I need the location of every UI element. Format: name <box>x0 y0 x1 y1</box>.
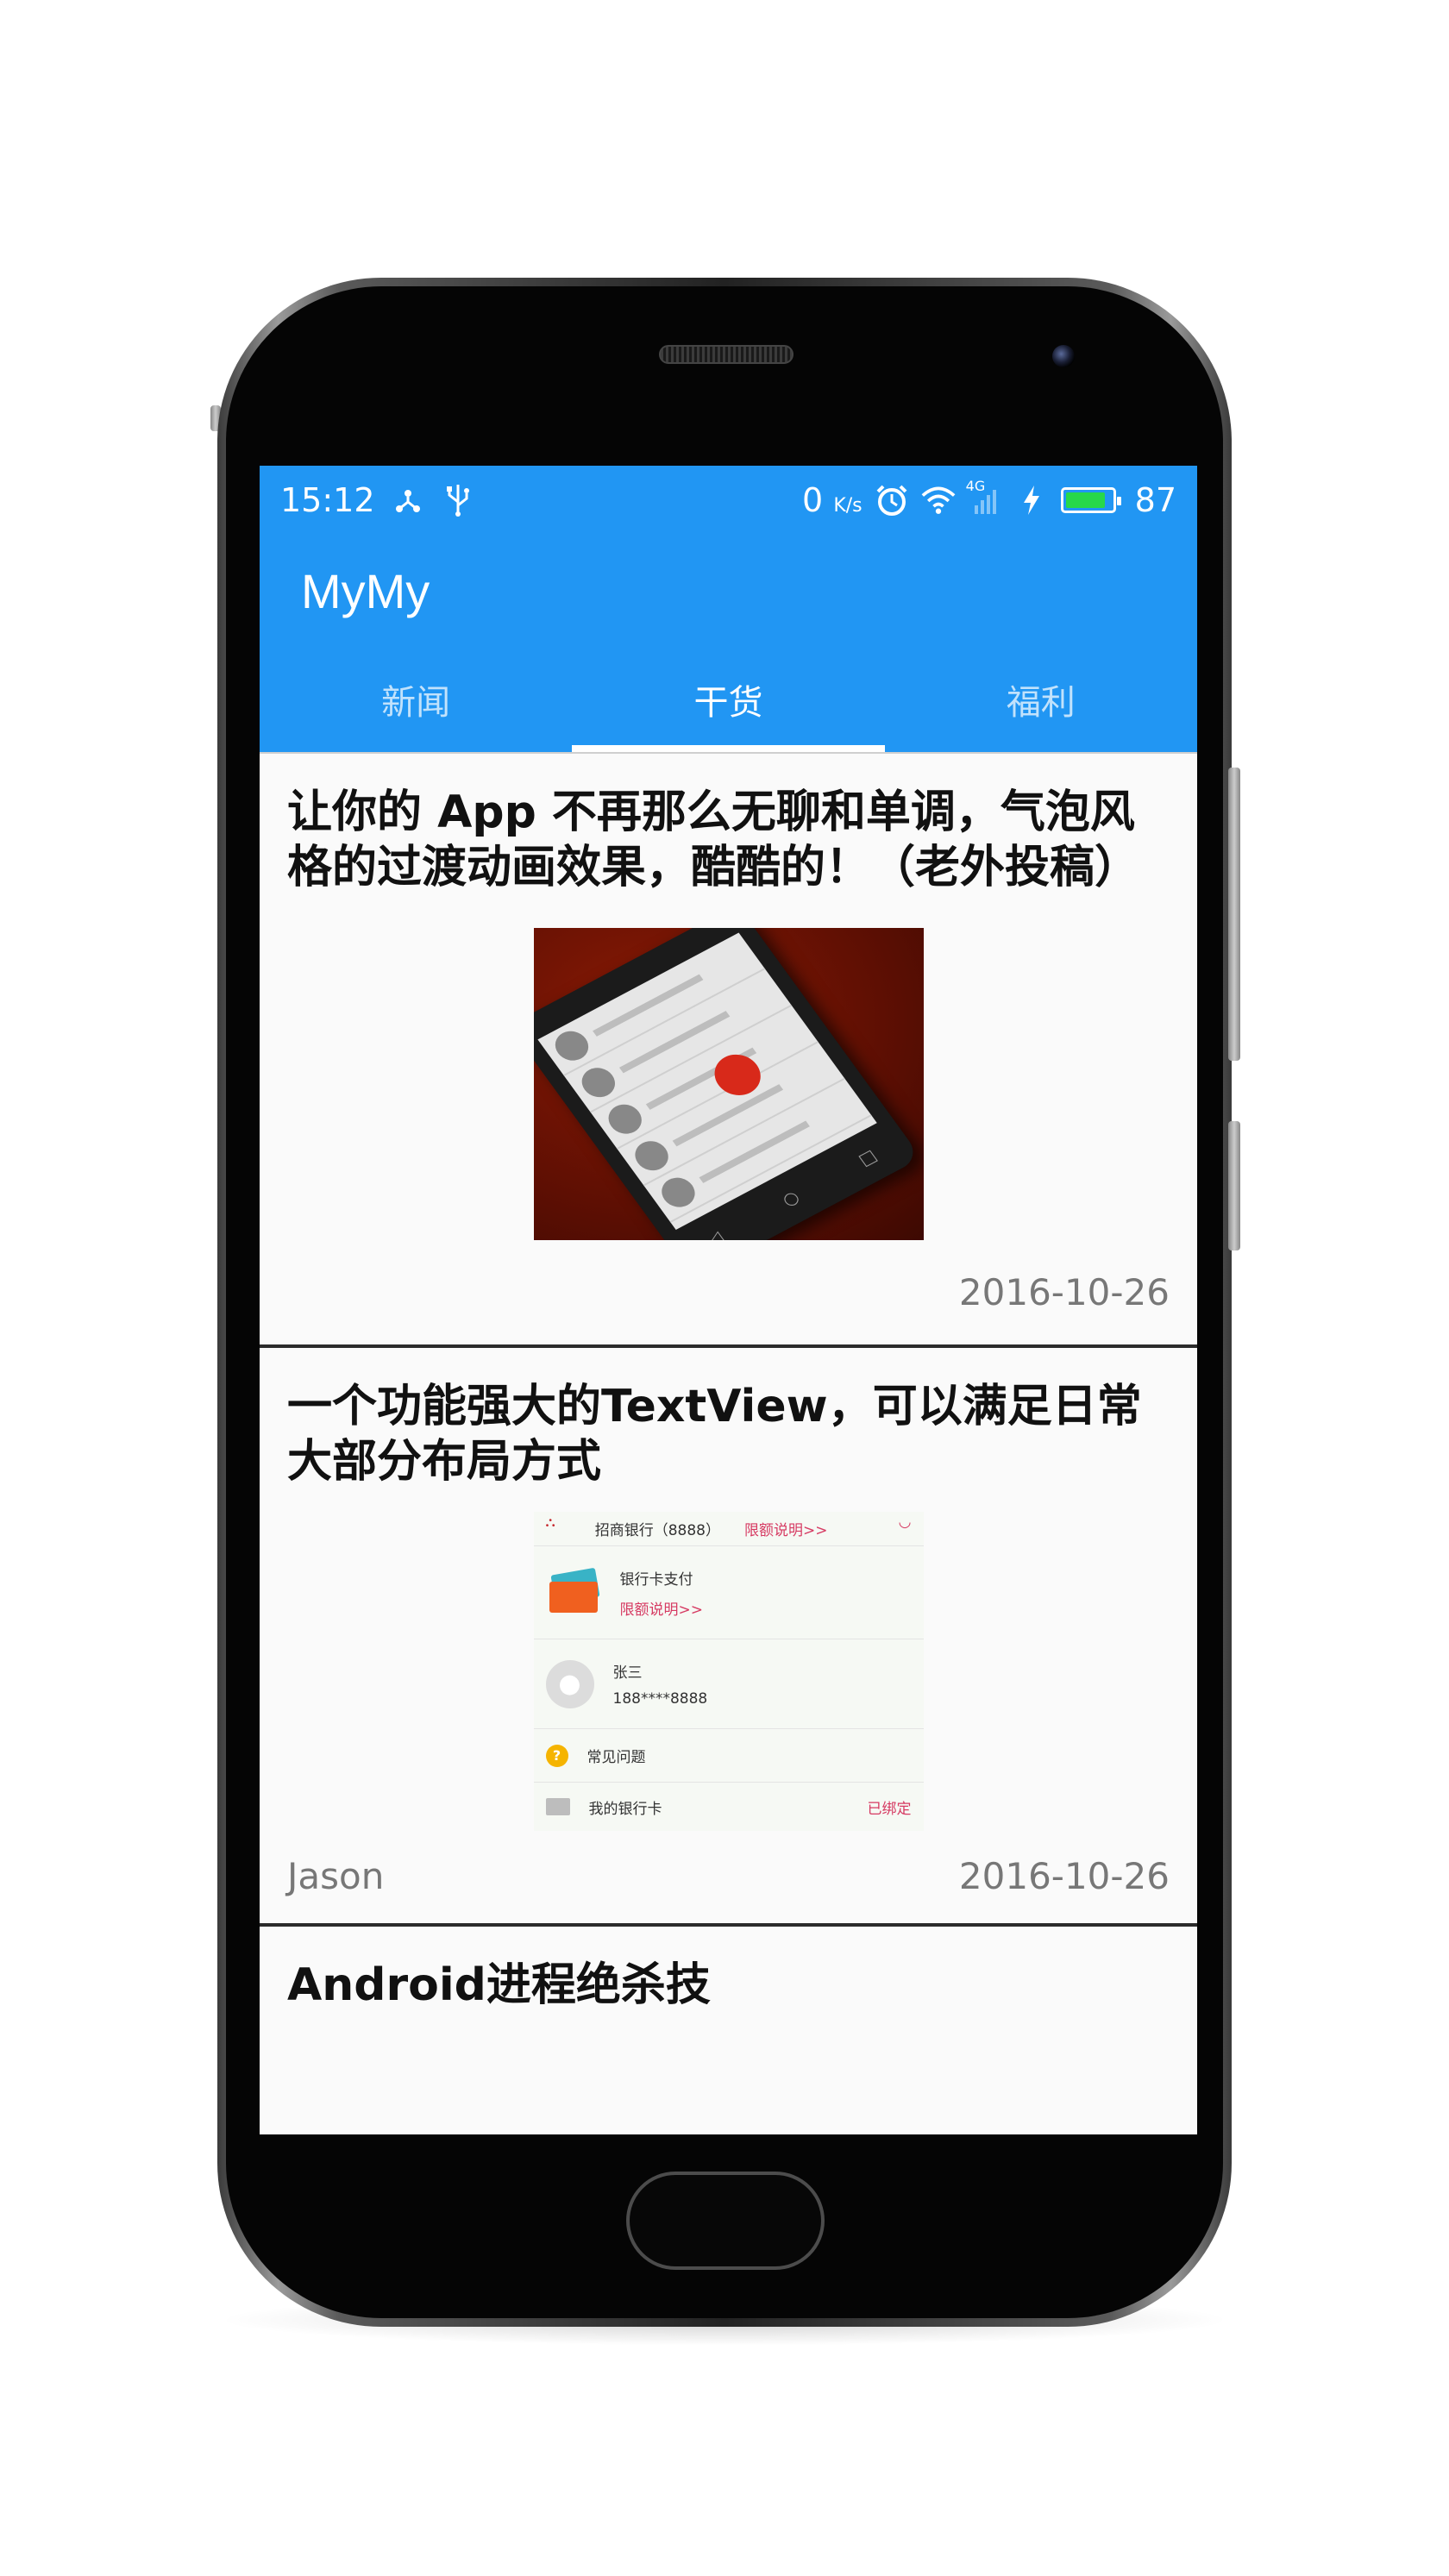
screen: 15:12 0 K/s 4G 87 MyMy 新闻 干货 福利 让你的 App … <box>260 466 1197 2134</box>
thumb-my-cards: 我的银行卡 <box>588 1800 662 1818</box>
article-title: 一个功能强大的TextView，可以满足日常大部分布局方式 <box>287 1381 1142 1488</box>
spinner-icon: ◡ <box>898 1513 912 1531</box>
status-time: 15:12 <box>280 481 375 519</box>
battery-level: 87 <box>1134 481 1176 519</box>
volume-button[interactable] <box>1228 768 1240 1061</box>
question-icon: ? <box>545 1744 568 1767</box>
bank-logo-icon: ⛬ <box>545 1513 555 1530</box>
app-bar: MyMy <box>260 535 1197 647</box>
tab-resources[interactable]: 干货 <box>572 647 885 752</box>
home-button[interactable] <box>626 2172 825 2270</box>
charging-icon <box>1014 483 1049 517</box>
article-feed: 让你的 App 不再那么无聊和单调，气泡风格的过渡动画效果，酷酷的！（老外投稿）… <box>260 752 1197 2013</box>
thumb-user-name: 张三 <box>612 1664 643 1682</box>
thumb-card-pay: 银行卡支付 <box>619 1570 693 1589</box>
thumb-bound: 已绑定 <box>867 1800 912 1818</box>
signal-icon: 4G <box>966 478 1002 517</box>
article-thumbnail: ⛬ 招商银行（8888） 限额说明>> ◡ 银行卡支付 限额说明>> ● 张三 … <box>533 1512 924 1831</box>
tab-bar: 新闻 干货 福利 <box>260 647 1197 752</box>
article-date: 2016-10-26 <box>958 1855 1170 1897</box>
user-avatar-icon: ● <box>545 1659 594 1708</box>
article-thumbnail: ◁ ○ □ <box>533 928 924 1240</box>
signal-network-label: 4G <box>965 478 986 494</box>
tab-welfare[interactable]: 福利 <box>885 647 1197 752</box>
front-camera <box>1052 345 1075 367</box>
card-icon <box>545 1798 570 1815</box>
net-speed: 0 K/s <box>802 481 862 519</box>
status-bar: 15:12 0 K/s 4G 87 <box>260 466 1197 535</box>
thumbnail-phone: ◁ ○ □ <box>533 928 921 1240</box>
thumb-faq: 常见问题 <box>586 1749 646 1766</box>
thumb-bank-limit: 限额说明>> <box>743 1522 828 1539</box>
article-date: 2016-10-26 <box>958 1271 1170 1313</box>
earpiece-speaker <box>659 345 794 364</box>
battery-fill <box>1065 492 1105 508</box>
article-card[interactable]: 一个功能强大的TextView，可以满足日常大部分布局方式 ⛬ 招商银行（888… <box>260 1344 1197 1923</box>
usb-icon <box>441 483 475 517</box>
share-hub-icon <box>391 483 425 517</box>
article-title: Android进程绝杀技 <box>287 1959 711 2011</box>
thumb-user-phone: 188****8888 <box>612 1690 708 1708</box>
app-title: MyMy <box>301 563 430 618</box>
tab-news[interactable]: 新闻 <box>260 647 572 752</box>
card-stack-icon <box>546 1567 601 1614</box>
thumb-card-limit: 限额说明>> <box>619 1601 704 1619</box>
net-speed-unit: K/s <box>833 495 862 517</box>
thumb-bank-row: 招商银行（8888） <box>594 1522 720 1539</box>
article-card[interactable]: 让你的 App 不再那么无聊和单调，气泡风格的过渡动画效果，酷酷的！（老外投稿）… <box>260 752 1197 1344</box>
power-button[interactable] <box>1228 1121 1240 1250</box>
wifi-icon <box>921 483 956 517</box>
article-title: 让你的 App 不再那么无聊和单调，气泡风格的过渡动画效果，酷酷的！（老外投稿） <box>287 787 1140 893</box>
article-card[interactable]: Android进程绝杀技 <box>260 1923 1197 2013</box>
battery-icon <box>1060 487 1121 513</box>
article-author: Jason <box>287 1855 385 1897</box>
alarm-icon <box>875 483 909 517</box>
